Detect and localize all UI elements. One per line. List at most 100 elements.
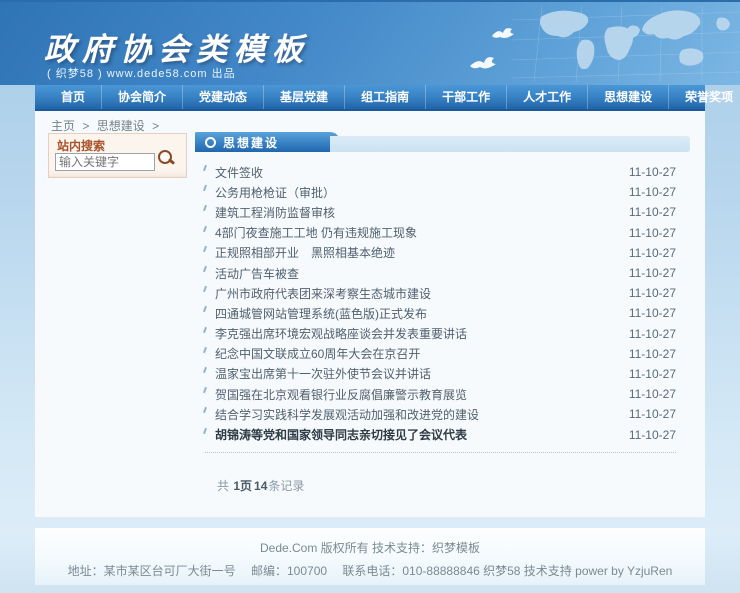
pagination-pages: 1页: [233, 479, 252, 493]
news-title[interactable]: 结合学习实践科学发展观活动加强和改进党的建设: [215, 406, 479, 423]
news-title[interactable]: 贺国强在北京观看银行业反腐倡廉警示教育展览: [215, 386, 467, 403]
news-date: 11-10-27: [629, 347, 690, 361]
page: 政府协会类模板 ( 织梦58 ) www.dede58.com 出品 首页 协会…: [0, 0, 740, 593]
tick-icon: [203, 165, 207, 171]
news-date: 11-10-27: [629, 367, 690, 381]
search-label: 站内搜索: [57, 137, 105, 154]
content-wrapper: 主页 > 思想建设 > 站内搜索 思想建设 文件签收1: [35, 111, 705, 517]
main-nav: 首页 协会简介 党建动态 基层党建 组工指南 干部工作 人才工作 思想建设 荣誉…: [35, 85, 705, 111]
news-title[interactable]: 广州市政府代表团来深考察生态城市建设: [215, 285, 431, 302]
news-date: 11-10-27: [629, 387, 690, 401]
list-item: 公务用枪枪证（审批） 11-10-27: [195, 182, 690, 202]
tick-icon: [203, 326, 207, 332]
site-banner: 政府协会类模板 ( 织梦58 ) www.dede58.com 出品: [0, 0, 740, 85]
contact-line: 地址：某市某区台可厂大街一号 邮编：100700 联系电话：010-888888…: [35, 562, 705, 579]
news-title[interactable]: 胡锦涛等党和国家领导同志亲切接见了会议代表: [215, 426, 467, 443]
magnifier-handle: [168, 158, 175, 165]
list-item: 广州市政府代表团来深考察生态城市建设 11-10-27: [195, 283, 690, 303]
nav-item-honor[interactable]: 荣誉奖项: [668, 85, 740, 109]
news-date: 11-10-27: [629, 226, 690, 240]
news-date: 11-10-27: [629, 165, 690, 179]
nav-item-about[interactable]: 协会简介: [101, 85, 182, 109]
nav-item-party-news[interactable]: 党建动态: [182, 85, 263, 109]
tick-icon: [203, 367, 207, 373]
tick-icon: [203, 387, 207, 393]
section-header: 思想建设: [195, 132, 690, 152]
news-date: 11-10-27: [629, 327, 690, 341]
breadcrumb-separator: >: [82, 119, 89, 133]
copyright-line: Dede.Com 版权所有 技术支持：织梦模板: [35, 528, 705, 556]
list-item: 温家宝出席第十一次驻外使节会议并讲话 11-10-27: [195, 364, 690, 384]
search-button[interactable]: [156, 149, 176, 169]
news-list: 文件签收 11-10-27 公务用枪枪证（审批） 11-10-27 建筑工程消防监督…: [195, 162, 690, 445]
circle-bullet-icon: [205, 137, 216, 148]
list-item: 贺国强在北京观看银行业反腐倡廉警示教育展览 11-10-27: [195, 384, 690, 404]
section-tab: 思想建设: [195, 132, 340, 152]
list-item: 李克强出席环境宏观战略座谈会并发表重要讲话 11-10-27: [195, 324, 690, 344]
dotted-divider: [205, 452, 676, 453]
breadcrumb-separator: >: [152, 119, 159, 133]
news-date: 11-10-27: [629, 266, 690, 280]
pagination: 共 1页14条记录: [195, 477, 690, 494]
site-title: 政府协会类模板: [44, 24, 310, 69]
list-item: 四通城管网站管理系统(蓝色版)正式发布 11-10-27: [195, 303, 690, 323]
breadcrumb-current[interactable]: 思想建设: [97, 119, 145, 133]
breadcrumb-home[interactable]: 主页: [51, 119, 75, 133]
site-subtitle: ( 织梦58 ) www.dede58.com 出品: [47, 65, 236, 81]
news-title[interactable]: 正规照相部开业 黑照相基本绝迹: [215, 244, 395, 261]
news-title[interactable]: 李克强出席环境宏观战略座谈会并发表重要讲话: [215, 325, 467, 342]
pagination-suffix: 条记录: [268, 479, 304, 493]
news-date: 11-10-27: [629, 428, 690, 442]
list-item: 文件签收 11-10-27: [195, 162, 690, 182]
nav-item-ideology[interactable]: 思想建设: [587, 85, 668, 109]
tick-icon: [203, 246, 207, 252]
nav-item-home[interactable]: 首页: [45, 85, 101, 109]
pagination-count: 14: [254, 479, 267, 493]
tick-icon: [203, 266, 207, 272]
nav-item-guide[interactable]: 组工指南: [344, 85, 425, 109]
tick-icon: [203, 347, 207, 353]
list-item: 纪念中国文联成立60周年大会在京召开 11-10-27: [195, 344, 690, 364]
tick-icon: [203, 427, 207, 433]
tick-icon: [203, 205, 207, 211]
world-map: [512, 6, 740, 82]
news-date: 11-10-27: [629, 185, 690, 199]
nav-item-grassroots[interactable]: 基层党建: [263, 85, 344, 109]
news-title[interactable]: 建筑工程消防监督审核: [215, 204, 335, 221]
tick-icon: [203, 185, 207, 191]
news-title[interactable]: 4部门夜查施工工地 仍有违规施工现象: [215, 224, 417, 241]
news-title[interactable]: 纪念中国文联成立60周年大会在京召开: [215, 345, 420, 362]
news-title[interactable]: 活动广告车被查: [215, 265, 299, 282]
nav-item-cadre[interactable]: 干部工作: [425, 85, 506, 109]
news-date: 11-10-27: [629, 306, 690, 320]
news-title[interactable]: 温家宝出席第十一次驻外使节会议并讲话: [215, 365, 431, 382]
list-item: 4部门夜查施工工地 仍有违规施工现象 11-10-27: [195, 223, 690, 243]
main-content: 思想建设 文件签收 11-10-27 公务用枪枪证（审批） 11-10-27 建筑工…: [195, 132, 690, 494]
breadcrumb: 主页 > 思想建设 >: [35, 111, 705, 133]
news-title[interactable]: 公务用枪枪证（审批）: [215, 184, 335, 201]
news-title[interactable]: 文件签收: [215, 164, 263, 181]
site-search-box: 站内搜索: [48, 133, 187, 178]
section-header-bar: [330, 136, 690, 152]
page-footer: Dede.Com 版权所有 技术支持：织梦模板 地址：某市某区台可厂大街一号 邮…: [35, 528, 705, 585]
tick-icon: [203, 306, 207, 312]
list-item: 胡锦涛等党和国家领导同志亲切接见了会议代表 11-10-27: [195, 424, 690, 444]
tick-icon: [203, 407, 207, 413]
section-title: 思想建设: [223, 134, 279, 151]
news-title[interactable]: 四通城管网站管理系统(蓝色版)正式发布: [215, 305, 427, 322]
list-item: 建筑工程消防监督审核 11-10-27: [195, 202, 690, 222]
tick-icon: [203, 225, 207, 231]
list-item: 活动广告车被查 11-10-27: [195, 263, 690, 283]
news-date: 11-10-27: [629, 286, 690, 300]
tick-icon: [203, 286, 207, 292]
dove-icon: [468, 54, 498, 72]
news-date: 11-10-27: [629, 246, 690, 260]
search-input[interactable]: [55, 153, 155, 171]
pagination-prefix: 共: [217, 479, 232, 493]
dove-icon: [490, 26, 516, 42]
news-date: 11-10-27: [629, 407, 690, 421]
list-item: 正规照相部开业 黑照相基本绝迹 11-10-27: [195, 243, 690, 263]
nav-item-talent[interactable]: 人才工作: [506, 85, 587, 109]
news-date: 11-10-27: [629, 205, 690, 219]
list-item: 结合学习实践科学发展观活动加强和改进党的建设 11-10-27: [195, 404, 690, 424]
